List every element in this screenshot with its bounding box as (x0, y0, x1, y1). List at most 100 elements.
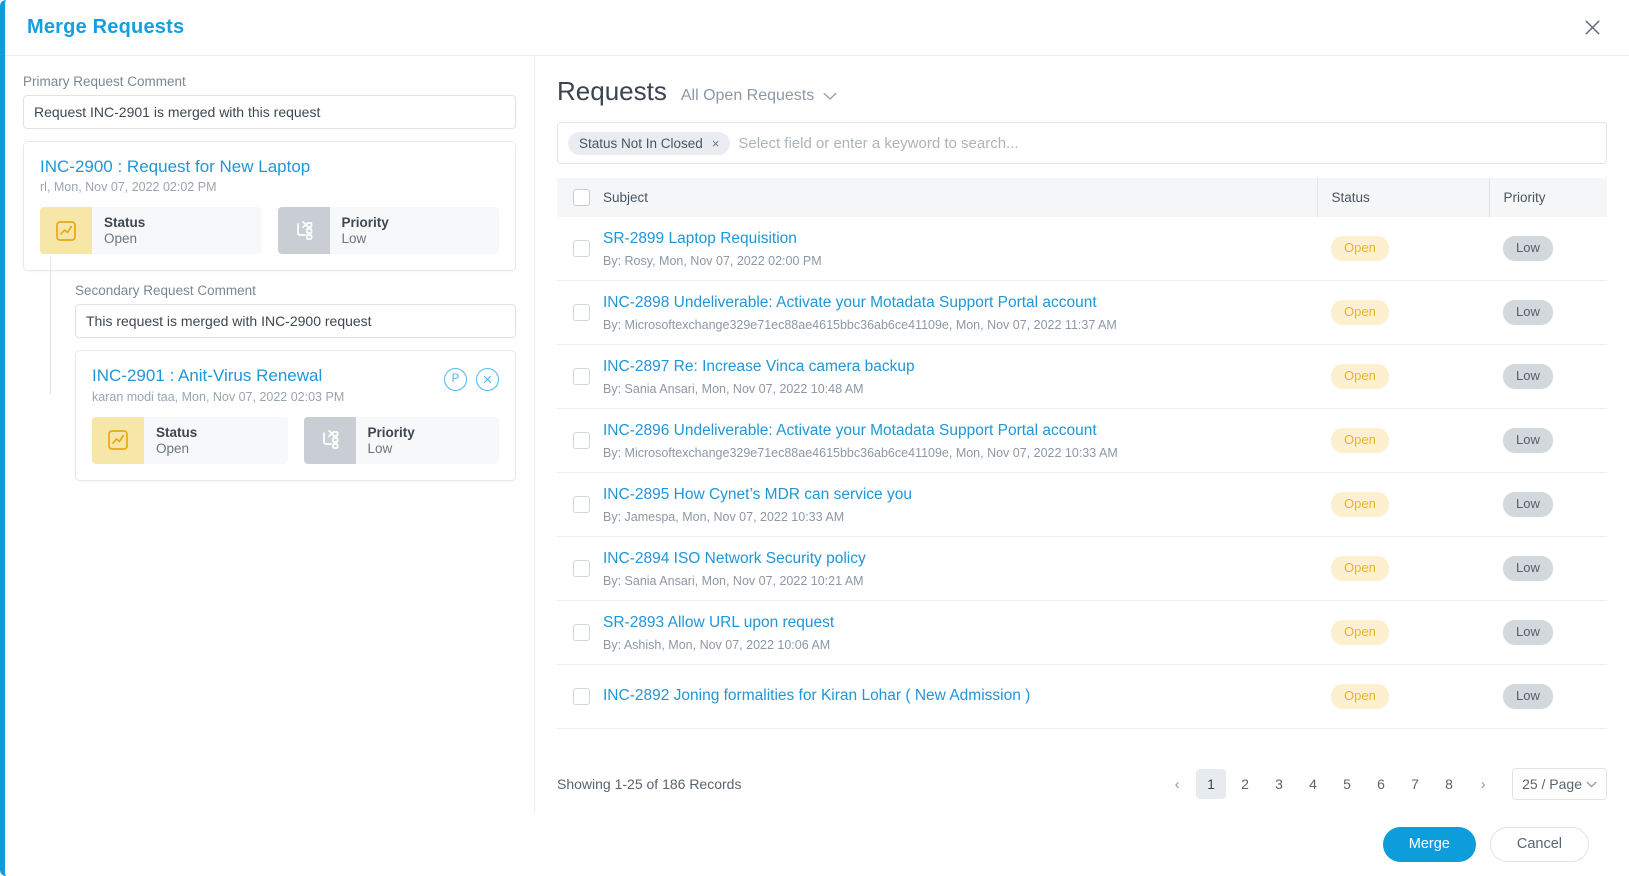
status-chart-icon (92, 416, 144, 464)
close-icon (1584, 20, 1600, 35)
row-requester: By: Microsoftexchange329e71ec88ae4615bbc… (603, 317, 1117, 332)
row-checkbox-cell (557, 688, 603, 705)
priority-flow-icon (277, 207, 330, 255)
row-subject-link[interactable]: SR-2899 Laptop Requisition (603, 229, 1307, 249)
row-subject-link[interactable]: INC-2897 Re: Increase Vinca camera backu… (603, 357, 1307, 377)
secondary-status-value: Open (156, 440, 190, 456)
primary-priority-label: Priority (341, 215, 389, 231)
status-header[interactable]: Status (1316, 178, 1489, 217)
row-checkbox[interactable] (573, 560, 590, 577)
primary-request-title[interactable]: INC-2900 : Request for New Laptop (40, 156, 310, 177)
table-rows-container: SR-2899 Laptop Requisition By: Rosy, Mon,… (557, 217, 1607, 729)
row-requester: By: Sania Ansari, Mon, Nov 07, 2022 10:4… (603, 381, 864, 396)
next-page-button[interactable]: › (1468, 769, 1498, 799)
requests-title: Requests (557, 76, 667, 106)
row-subject-link[interactable]: INC-2896 Undeliverable: Activate your Mo… (603, 421, 1307, 441)
row-subject-link[interactable]: INC-2898 Undeliverable: Activate your Mo… (603, 293, 1307, 313)
primary-request-meta: rl, Mon, Nov 07, 2022 02:02 PM (40, 180, 217, 195)
remove-secondary-button[interactable] (476, 368, 499, 392)
filter-chip-remove-icon[interactable]: × (712, 137, 720, 150)
close-button[interactable] (1577, 13, 1607, 43)
row-checkbox[interactable] (573, 304, 590, 321)
row-checkbox[interactable] (573, 496, 590, 513)
cancel-button[interactable]: Cancel (1489, 826, 1589, 862)
primary-status-label: Status (104, 215, 146, 231)
records-count: Showing 1-25 of 186 Records (557, 776, 742, 792)
secondary-status-text: Status Open (144, 417, 197, 464)
secondary-request-title[interactable]: INC-2901 : Anit-Virus Renewal (92, 365, 344, 386)
merge-button[interactable]: Merge (1382, 826, 1476, 862)
row-subject-link[interactable]: INC-2894 ISO Network Security policy (603, 549, 1307, 569)
status-badge: Open (1331, 428, 1389, 453)
secondary-request-card[interactable]: INC-2901 : Anit-Virus Renewal karan modi… (75, 350, 516, 481)
select-all-checkbox[interactable] (573, 189, 590, 206)
table-row[interactable]: INC-2892 Joning formalities for Kiran Lo… (557, 665, 1607, 729)
row-checkbox[interactable] (573, 368, 590, 385)
row-checkbox[interactable] (573, 432, 590, 449)
row-status-cell: Open (1317, 428, 1489, 453)
requests-header: Requests All Open Requests (557, 76, 1607, 107)
filter-chip[interactable]: Status Not In Closed × (568, 131, 731, 155)
table-row[interactable]: INC-2898 Undeliverable: Activate your Mo… (557, 281, 1607, 345)
view-filter-dropdown[interactable]: All Open Requests (681, 87, 837, 105)
primary-comment-label: Primary Request Comment (23, 74, 186, 89)
row-checkbox-cell (557, 240, 603, 257)
filter-chip-label: Status Not In Closed (579, 135, 703, 151)
row-subject-cell: INC-2898 Undeliverable: Activate your Mo… (603, 293, 1317, 331)
primary-priority-value: Low (341, 231, 367, 247)
status-badge: Open (1331, 620, 1389, 645)
table-row[interactable]: INC-2897 Re: Increase Vinca camera backu… (557, 345, 1607, 409)
priority-badge: Low (1503, 428, 1553, 453)
status-chart-icon (40, 207, 92, 255)
row-priority-cell: Low (1489, 492, 1607, 517)
primary-request-card[interactable]: INC-2900 : Request for New Laptop rl, Mo… (23, 141, 516, 272)
priority-header[interactable]: Priority (1488, 178, 1607, 217)
page-title: Merge Requests (27, 16, 185, 38)
status-badge: Open (1331, 364, 1389, 389)
row-status-cell: Open (1317, 364, 1489, 389)
page-button-2[interactable]: 2 (1230, 769, 1260, 799)
page-size-selector[interactable]: 25 / Page (1512, 768, 1607, 800)
priority-badge: Low (1503, 492, 1553, 517)
select-all-header (557, 178, 603, 217)
row-checkbox[interactable] (573, 240, 590, 257)
search-bar[interactable]: Status Not In Closed × Select field or e… (557, 122, 1607, 164)
table-row[interactable]: SR-2893 Allow URL upon request By: Ashish… (557, 601, 1607, 665)
primary-priority-box: Priority Low (277, 207, 499, 255)
primary-comment-input[interactable]: Request INC-2901 is merged with this req… (23, 95, 516, 129)
row-checkbox[interactable] (573, 624, 590, 641)
page-button-3[interactable]: 3 (1264, 769, 1294, 799)
prev-page-button[interactable]: ‹ (1162, 769, 1192, 799)
subject-header[interactable]: Subject (603, 178, 1317, 217)
primary-status-box: Status Open (40, 207, 262, 255)
page-button-6[interactable]: 6 (1366, 769, 1396, 799)
page-button-5[interactable]: 5 (1332, 769, 1362, 799)
secondary-card-actions: P (444, 365, 499, 392)
row-checkbox[interactable] (573, 688, 590, 705)
table-row[interactable]: INC-2895 How Cynet’s MDR can service you… (557, 473, 1607, 537)
row-subject-cell: INC-2892 Joning formalities for Kiran Lo… (603, 686, 1317, 706)
page-button-1[interactable]: 1 (1196, 769, 1227, 799)
page-button-4[interactable]: 4 (1298, 769, 1328, 799)
make-primary-button[interactable]: P (444, 368, 467, 392)
row-priority-cell: Low (1489, 364, 1607, 389)
row-status-cell: Open (1317, 236, 1489, 261)
modal-body: Primary Request Comment Request INC-2901… (5, 56, 1629, 812)
table-row[interactable]: INC-2896 Undeliverable: Activate your Mo… (557, 409, 1607, 473)
search-input[interactable]: Select field or enter a keyword to searc… (738, 135, 1018, 152)
primary-status-text: Status Open (92, 207, 145, 254)
row-subject-link[interactable]: SR-2893 Allow URL upon request (603, 613, 1307, 633)
page-button-7[interactable]: 7 (1400, 769, 1430, 799)
table-row[interactable]: SR-2899 Laptop Requisition By: Rosy, Mon,… (557, 217, 1607, 281)
row-checkbox-cell (557, 560, 603, 577)
row-priority-cell: Low (1489, 236, 1607, 261)
row-subject-link[interactable]: INC-2895 How Cynet’s MDR can service you (603, 485, 1307, 505)
secondary-priority-text: Priority Low (356, 417, 415, 464)
row-subject-link[interactable]: INC-2892 Joning formalities for Kiran Lo… (603, 686, 1307, 706)
row-priority-cell: Low (1489, 556, 1607, 581)
row-requester: By: Sania Ansari, Mon, Nov 07, 2022 10:2… (603, 573, 864, 588)
secondary-comment-input[interactable]: This request is merged with INC-2900 req… (75, 304, 516, 339)
right-pane: Requests All Open Requests Status Not In… (535, 56, 1629, 812)
page-button-8[interactable]: 8 (1434, 769, 1464, 799)
table-row[interactable]: INC-2894 ISO Network Security policy By: … (557, 537, 1607, 601)
